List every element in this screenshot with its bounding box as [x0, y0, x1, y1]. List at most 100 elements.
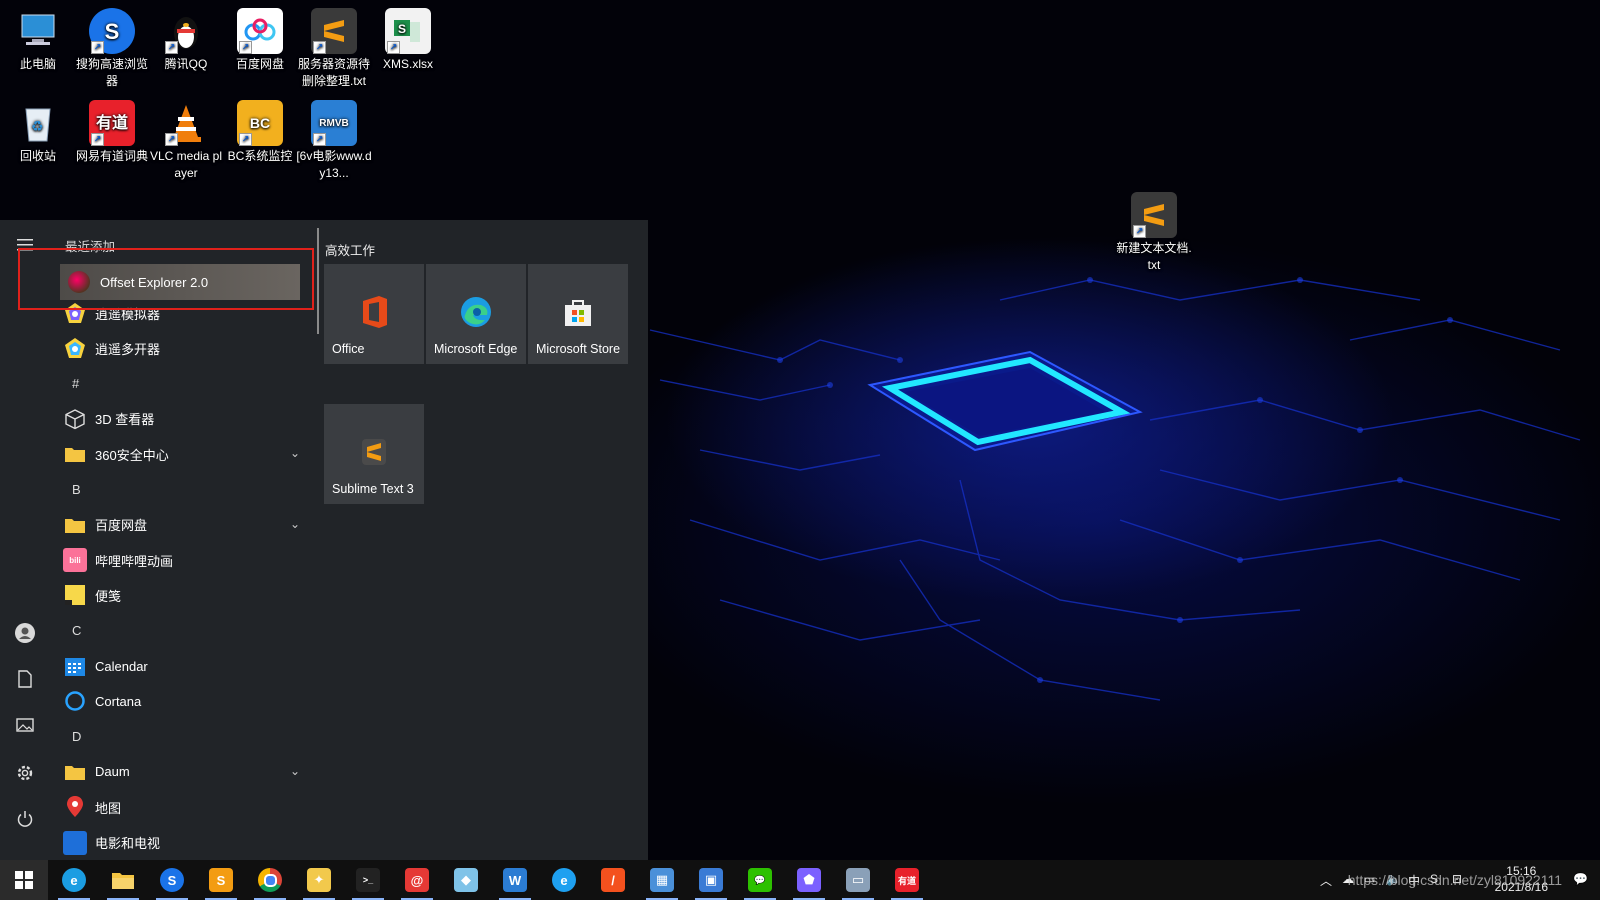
pictures-icon[interactable] — [12, 712, 38, 738]
app-list-item[interactable]: 逍遥多开器 — [60, 331, 310, 365]
tile-label: Microsoft Edge — [434, 342, 518, 356]
app-list-item[interactable]: bili 哔哩哔哩动画 — [60, 543, 310, 577]
shortcut-arrow-icon: ↗ — [91, 133, 104, 146]
svg-text:♻: ♻ — [31, 119, 44, 135]
desktop-icon[interactable]: ♻ 回收站 — [0, 96, 76, 165]
app-list-item[interactable]: 360安全中心 ⌄ — [60, 437, 310, 471]
taskbar-app-edge[interactable]: e — [50, 860, 98, 900]
desktop-icon-label: 新建文本文档.txt — [1116, 241, 1192, 272]
taskbar-app-sublime[interactable]: S — [197, 860, 245, 900]
app-list-item[interactable]: 地图 — [60, 790, 310, 824]
desktop-icon[interactable]: ↗ 腾讯QQ — [148, 4, 224, 73]
desktop-icon-label: VLC media player — [149, 149, 223, 180]
chevron-down-icon[interactable]: ⌄ — [290, 517, 300, 531]
taskbar-app-terminal[interactable]: >_ — [344, 860, 392, 900]
app-list-item[interactable]: Calendar — [60, 649, 310, 683]
app-list-label: Calendar — [95, 658, 148, 674]
letter-header[interactable]: B — [72, 482, 81, 497]
bilibili-icon: bili — [63, 548, 87, 573]
desktop-icon[interactable]: ↗ 新建文本文档.txt — [1116, 188, 1192, 274]
app-list-item[interactable]: Cortana — [60, 684, 310, 718]
start-rail — [0, 220, 50, 860]
settings-gear-icon[interactable] — [12, 760, 38, 786]
power-icon[interactable] — [12, 806, 38, 832]
taskbar-app-ie[interactable]: e — [540, 860, 588, 900]
desktop-icon[interactable]: ↗ 百度网盘 — [222, 4, 298, 73]
taskbar-app-word[interactable]: W — [491, 860, 539, 900]
taskbar-app-wechat[interactable]: 💬 — [736, 860, 784, 900]
notification-icon[interactable]: 💬 — [1573, 872, 1588, 886]
taskbar-app-app-17[interactable]: ▭ — [834, 860, 882, 900]
edge-icon — [456, 292, 496, 332]
taskbar-app-app-6[interactable]: ✦ — [295, 860, 343, 900]
app-list-label: 逍遥多开器 — [95, 341, 161, 357]
desktop-icon[interactable]: BC ↗ BC系统监控 — [222, 96, 298, 165]
app-list-item[interactable]: 百度网盘 ⌄ — [60, 508, 310, 542]
shortcut-arrow-icon: ↗ — [91, 41, 104, 54]
app-list-label: Daum — [95, 764, 130, 780]
map-pin-icon — [63, 795, 87, 819]
taskbar-app-file-explorer[interactable] — [99, 860, 147, 900]
desktop-icon[interactable]: ↗ 服务器资源待删除整理.txt — [296, 4, 372, 90]
tile-microsoft-edge[interactable]: Microsoft Edge — [426, 264, 526, 364]
taskbar-app-xiaoyao[interactable]: ⬟ — [785, 860, 833, 900]
taskbar-app-app-14[interactable]: ▣ — [687, 860, 735, 900]
letter-header[interactable]: C — [72, 623, 81, 638]
desktop-icon[interactable]: RMVB ↗ [6v电影www.dy13... — [296, 96, 372, 182]
tile-office[interactable]: Office — [324, 264, 424, 364]
desktop-icon[interactable]: ↗ VLC media player — [148, 96, 224, 182]
user-account-icon[interactable] — [12, 620, 38, 646]
taskbar-app-app-9[interactable]: ◆ — [442, 860, 490, 900]
app-list-item[interactable]: 便笺 — [60, 578, 310, 612]
chrome-icon — [258, 868, 282, 892]
desktop-icon[interactable]: 有道 ↗ 网易有道词典 — [74, 96, 150, 165]
sublime-file-icon: ↗ — [311, 8, 357, 54]
folder-icon — [63, 513, 87, 537]
sogou-browser-icon: S ↗ — [89, 8, 135, 54]
shortcut-arrow-icon: ↗ — [165, 41, 178, 54]
taskbar-app-app-13[interactable]: ▦ — [638, 860, 686, 900]
taskbar-app-sogou-browser[interactable]: S — [148, 860, 196, 900]
app-list-item[interactable]: 逍遥模拟器 — [60, 296, 310, 330]
app-list-label: 地图 — [95, 800, 122, 816]
chevron-down-icon[interactable]: ⌄ — [290, 764, 300, 778]
app-list-item[interactable]: 电影和电视 — [60, 826, 310, 860]
tiles-area: 高效工作 Office Microsoft Edge Microsoft Sto… — [318, 220, 648, 860]
tile-sublime-text[interactable]: Sublime Text 3 — [324, 404, 424, 504]
taskbar-app-app-12[interactable]: / — [589, 860, 637, 900]
tiles-group-header: 高效工作 — [325, 244, 376, 258]
app-list: 最近添加 Offset Explorer 2.0 逍遥模拟器逍遥多开器 #3D 查… — [50, 220, 312, 860]
chevron-down-icon[interactable]: ⌄ — [290, 446, 300, 460]
shortcut-arrow-icon: ↗ — [1133, 225, 1146, 238]
app-list-item[interactable]: Daum ⌄ — [60, 755, 310, 789]
app-list-label: 便笺 — [95, 588, 122, 604]
start-menu: 最近添加 Offset Explorer 2.0 逍遥模拟器逍遥多开器 #3D 查… — [0, 220, 648, 860]
taskbar-app-app-8[interactable]: @ — [393, 860, 441, 900]
start-button[interactable] — [0, 860, 48, 900]
hamburger-menu-icon[interactable] — [12, 232, 38, 258]
documents-icon[interactable] — [12, 666, 38, 692]
app-list-label: 百度网盘 — [95, 518, 148, 534]
sublime-icon — [354, 432, 394, 472]
desktop-icon-label: 百度网盘 — [235, 57, 284, 71]
letter-header[interactable]: # — [72, 376, 79, 391]
desktop-icon[interactable]: S ↗ 搜狗高速浏览器 — [74, 4, 150, 90]
chevron-up-icon[interactable]: ︿ — [1320, 872, 1332, 889]
taskbar-app-chrome[interactable] — [246, 860, 294, 900]
recent-app-offset-explorer[interactable]: Offset Explorer 2.0 — [60, 264, 300, 300]
office-icon — [354, 292, 394, 332]
app-list-item[interactable]: 3D 查看器 — [60, 402, 310, 436]
tile-microsoft-store[interactable]: Microsoft Store — [528, 264, 628, 364]
recently-added-header: 最近添加 — [65, 240, 116, 254]
xiaoyao-emulator-icon: ⬟ — [797, 868, 821, 892]
system-tray: ︿ ☁ ▭ 🔈 中 S ⊡ 15:16 2021/8/16 https://bl… — [1300, 860, 1600, 900]
ie-icon: e — [552, 868, 576, 892]
taskbar-app-youdao[interactable]: 有道 — [883, 860, 931, 900]
bird-icon: ✦ — [307, 868, 331, 892]
desktop-icon[interactable]: 此电脑 — [0, 4, 76, 73]
letter-header[interactable]: D — [72, 729, 81, 744]
building-icon: ▦ — [650, 868, 674, 892]
spiral-icon: @ — [405, 868, 429, 892]
desktop-icon[interactable]: S ↗ XMS.xlsx — [370, 4, 446, 73]
desktop-icon-label: XMS.xlsx — [382, 57, 433, 71]
